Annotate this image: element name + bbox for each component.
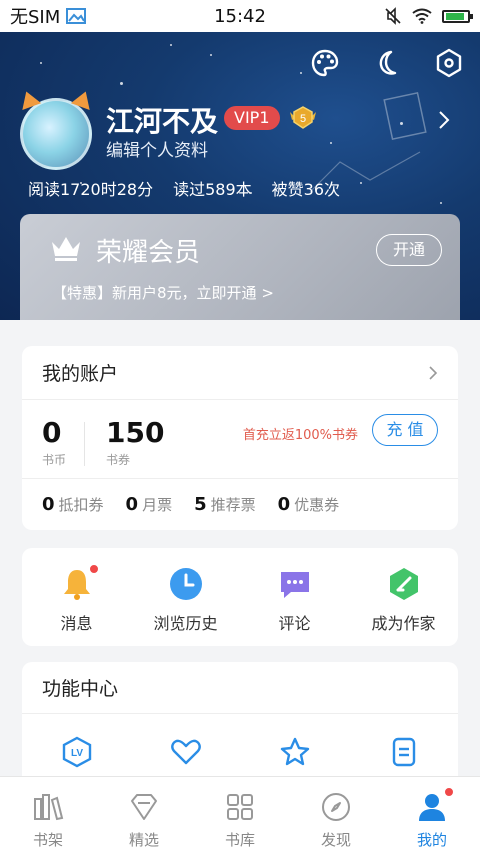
grid-icon [227, 794, 253, 820]
membership-card[interactable]: 荣耀会员 开通 【特惠】新用户8元，立即开通 > [20, 214, 460, 320]
ticket-coupon[interactable]: 0 优惠券 [278, 494, 340, 515]
document-icon [392, 737, 415, 767]
function-center-title: 功能中心 [22, 662, 458, 714]
image-icon [66, 8, 87, 24]
medal-number: 5 [300, 113, 306, 125]
divider [84, 422, 85, 466]
comments-button[interactable]: 评论 [240, 548, 349, 646]
account-card: 我的账户 0 书币 150 书券 首充立返100%书券 充 值 0 抵扣券 0 月票… [22, 346, 458, 530]
tab-bookshelf[interactable]: 书架 [0, 777, 96, 854]
tab-discover[interactable]: 发现 [288, 777, 384, 854]
become-writer-button[interactable]: 成为作家 [349, 548, 458, 646]
reading-time: 阅读1720时28分 [28, 180, 154, 199]
mute-icon [385, 7, 401, 25]
night-mode-icon[interactable] [370, 46, 404, 80]
tab-mine[interactable]: 我的 [384, 777, 480, 854]
chevron-right-icon[interactable] [438, 110, 450, 130]
profile-header: 江河不及 VIP1 5 编辑个人资料 阅读1720时28分 读过589本 被赞3… [0, 32, 480, 320]
username[interactable]: 江河不及 [106, 100, 218, 140]
crown-icon [52, 237, 80, 261]
tickets-row: 0 抵扣券 0 月票 5 推荐票 0 优惠券 [22, 478, 458, 530]
battery-icon [442, 9, 473, 23]
tab-library[interactable]: 书库 [192, 777, 288, 854]
favorites-button[interactable] [131, 736, 240, 768]
heart-icon [170, 739, 201, 765]
avatar[interactable] [16, 88, 96, 170]
user-icon [416, 787, 454, 823]
notification-dot [444, 787, 454, 797]
clock: 15:42 [214, 5, 266, 27]
quick-actions: 消息 浏览历史 评论 成为作家 [22, 548, 458, 646]
compass-icon [322, 793, 350, 821]
coins-balance[interactable]: 0 书币 [42, 416, 66, 468]
tab-featured[interactable]: 精选 [96, 777, 192, 854]
reading-stats: 阅读1720时28分 读过589本 被赞36次 [28, 176, 340, 200]
clock-icon [168, 566, 204, 602]
bell-icon [59, 564, 99, 602]
recharge-button[interactable]: 充 值 [372, 414, 438, 446]
svg-text:LV: LV [70, 748, 82, 759]
wifi-icon [412, 8, 432, 24]
chevron-right-icon [429, 365, 438, 380]
hero-wave [0, 318, 480, 320]
level-icon: LV [62, 736, 91, 768]
status-bar: 无SIM 15:42 [0, 0, 480, 32]
medal-icon[interactable]: 5 [288, 104, 318, 132]
open-membership-button[interactable]: 开通 [376, 234, 442, 266]
ticket-monthly[interactable]: 0 月票 [126, 494, 173, 515]
diamond-icon [131, 794, 157, 820]
pen-icon [386, 566, 422, 602]
carrier: 无SIM [10, 3, 87, 29]
notification-dot [88, 564, 99, 574]
vouchers-balance[interactable]: 150 书券 [106, 416, 164, 468]
books-read: 读过589本 [173, 180, 252, 199]
membership-promo[interactable]: 【特惠】新用户8元，立即开通 > [52, 282, 274, 303]
bookshelf-icon [34, 794, 64, 821]
bottom-tab-bar: 书架 精选 书库 发现 我的 [0, 776, 480, 854]
ticket-recommend[interactable]: 5 推荐票 [194, 494, 256, 515]
comment-icon [277, 566, 313, 602]
ticket-deduction[interactable]: 0 抵扣券 [42, 494, 104, 515]
settings-icon[interactable] [432, 46, 466, 80]
edit-profile-link[interactable]: 编辑个人资料 [106, 136, 208, 161]
palette-icon[interactable] [308, 46, 342, 80]
collection-button[interactable] [240, 736, 349, 768]
membership-title: 荣耀会员 [96, 238, 201, 268]
star-icon [280, 737, 309, 766]
recharge-promo: 首充立返100%书券 [242, 428, 358, 443]
balance-row: 0 书币 150 书券 首充立返100%书券 充 值 [22, 402, 458, 482]
document-button[interactable] [349, 736, 458, 768]
history-button[interactable]: 浏览历史 [131, 548, 240, 646]
account-header[interactable]: 我的账户 [22, 346, 458, 400]
likes-count: 被赞36次 [271, 180, 341, 199]
account-title: 我的账户 [42, 363, 119, 385]
vip-badge[interactable]: VIP1 [224, 106, 280, 130]
messages-button[interactable]: 消息 [22, 548, 131, 646]
level-button[interactable]: LV [22, 736, 131, 768]
